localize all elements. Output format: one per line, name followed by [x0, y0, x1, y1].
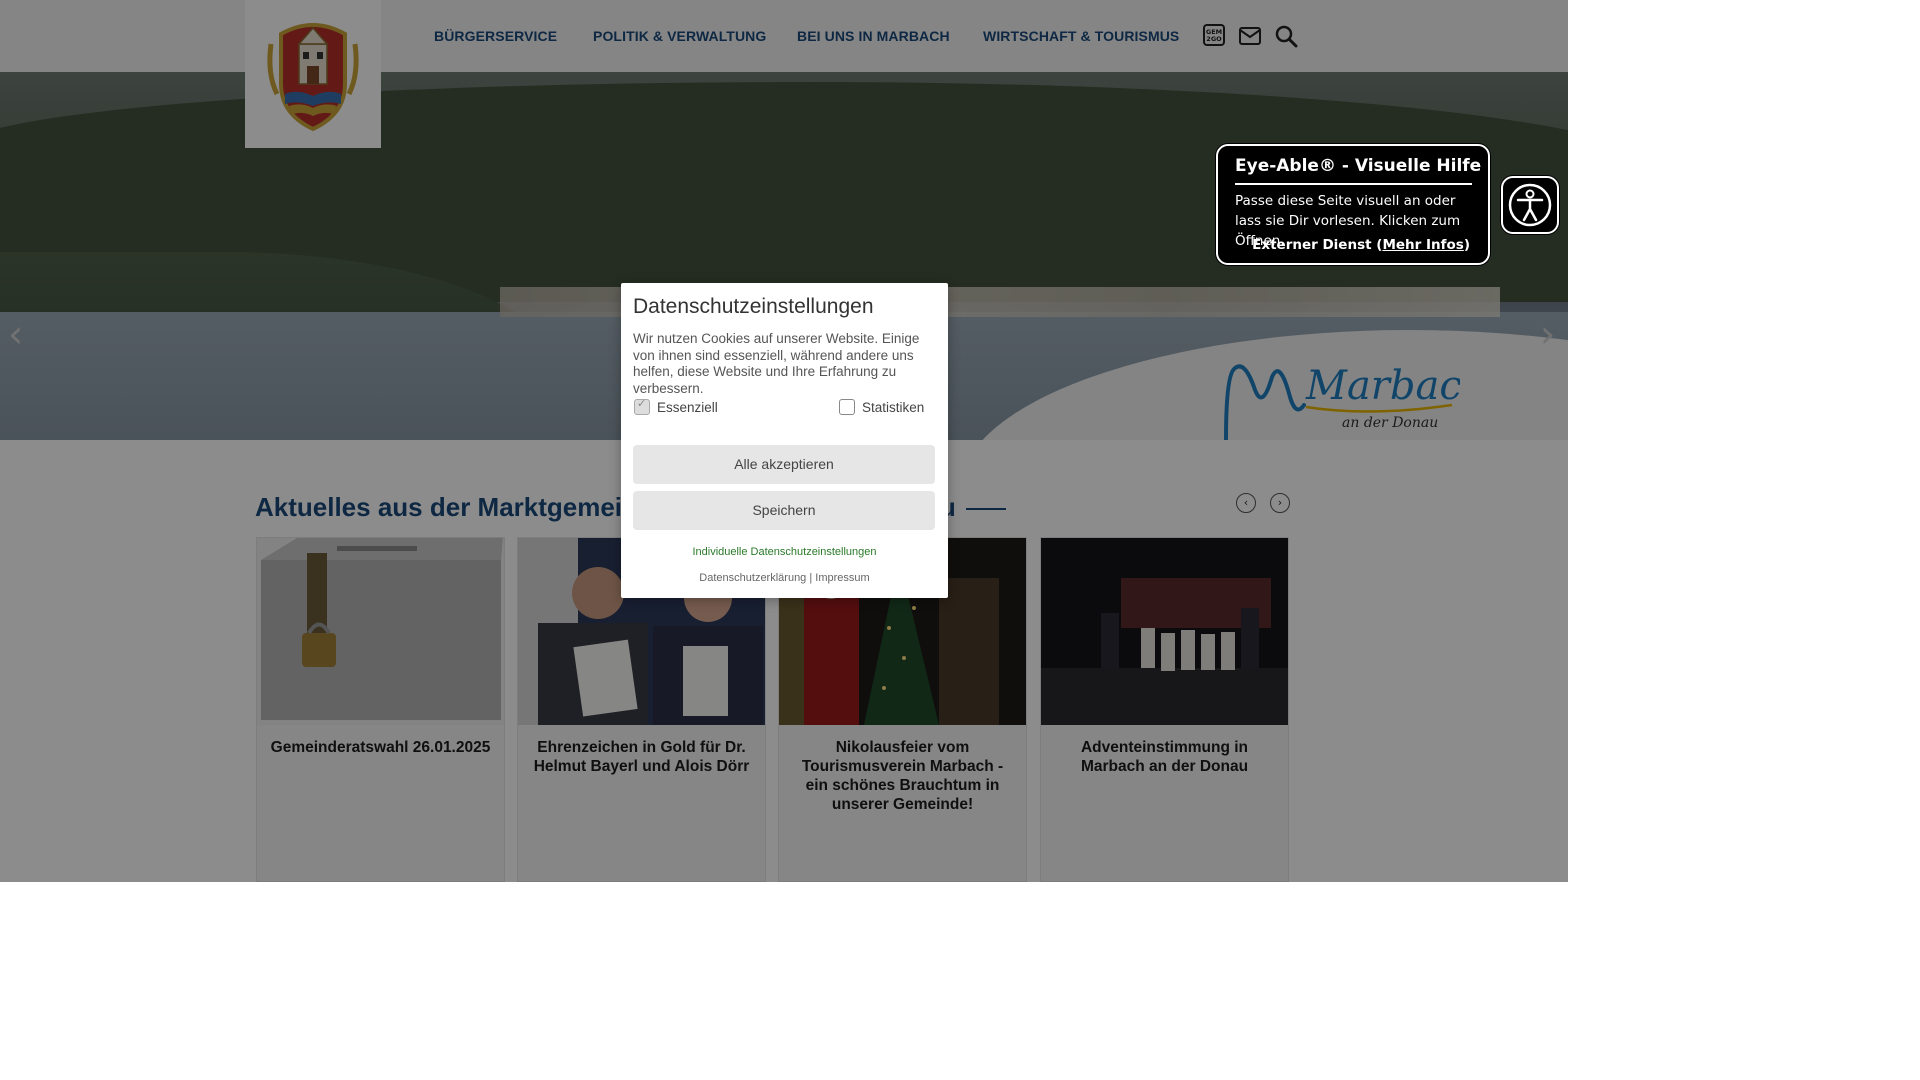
eyeable-external: Externer Dienst (Mehr Infos)	[1252, 237, 1470, 253]
eyeable-external-label: Externer Dienst (	[1252, 237, 1383, 253]
cookie-consent-dialog: Datenschutzeinstellungen Wir nutzen Cook…	[621, 283, 948, 598]
eyeable-accessibility-button[interactable]	[1501, 176, 1559, 234]
essential-checkbox[interactable]	[634, 397, 650, 415]
link-separator: |	[809, 572, 813, 584]
cookie-dialog-description: Wir nutzen Cookies auf unserer Website. …	[633, 331, 920, 396]
eyeable-tooltip[interactable]: Eye-Able® - Visuelle Hilfe Passe diese S…	[1216, 144, 1490, 265]
accessibility-icon	[1508, 183, 1552, 227]
cookie-dialog-title: Datenschutzeinstellungen	[633, 295, 874, 318]
save-button[interactable]: Speichern	[633, 491, 935, 530]
eyeable-title: Eye-Able® - Visuelle Hilfe	[1235, 156, 1482, 176]
eyeable-more-info-link[interactable]: Mehr Infos	[1382, 237, 1463, 253]
essential-label: Essenziell	[657, 400, 718, 415]
privacy-policy-link[interactable]: Datenschutzerklärung	[699, 572, 806, 584]
individual-privacy-settings-link[interactable]: Individuelle Datenschutzeinstellungen	[621, 546, 948, 558]
accept-all-button[interactable]: Alle akzeptieren	[633, 445, 935, 484]
eyeable-external-close: )	[1463, 237, 1470, 253]
cookie-footer-links: Datenschutzerklärung | Impressum	[621, 572, 948, 584]
imprint-link[interactable]: Impressum	[815, 572, 869, 584]
statistics-checkbox[interactable]	[839, 399, 855, 415]
eyeable-divider	[1235, 183, 1472, 185]
statistics-label: Statistiken	[862, 400, 925, 415]
